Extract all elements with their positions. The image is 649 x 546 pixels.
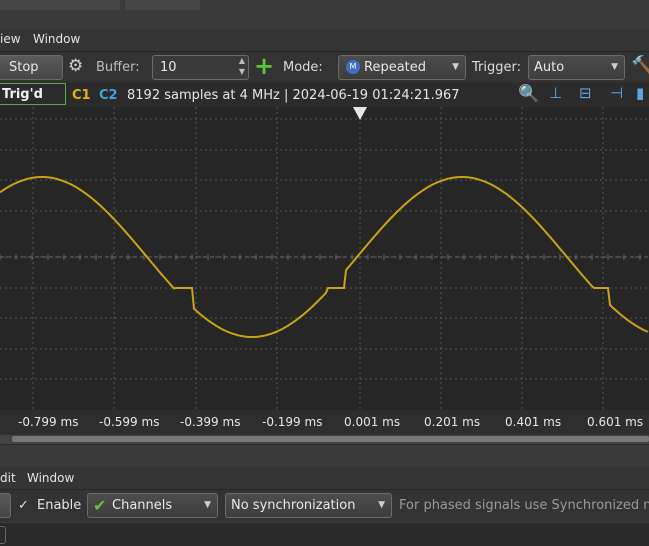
bottom-toolbar: ✓ Enable ✔ Channels ▼ No synchronization…	[0, 490, 649, 522]
dock-splitter[interactable]	[0, 444, 649, 467]
buffer-value: 10	[160, 60, 177, 75]
x-tick-label: 0.401 ms	[505, 415, 562, 429]
x-tick-label: -0.799 ms	[18, 415, 79, 429]
mode-select[interactable]: M Repeated ▼	[338, 55, 466, 80]
buffer-spinbox[interactable]: 10 ▲ ▼	[152, 55, 249, 80]
acquisition-info: 8192 samples at 4 MHz	[127, 88, 280, 103]
chevron-down-icon: ▼	[204, 500, 211, 510]
channels-value: Channels	[112, 498, 173, 513]
x-tick-label: -0.599 ms	[99, 415, 160, 429]
trigger-status: Trig'd	[2, 87, 43, 102]
sync-select[interactable]: No synchronization ▼	[225, 493, 392, 518]
x-tick-label: 0.001 ms	[344, 415, 401, 429]
menu-window[interactable]: Window	[27, 471, 74, 485]
trigger-position-marker[interactable]	[353, 107, 367, 120]
stop-button[interactable]: Stop	[0, 55, 63, 80]
hammer-icon[interactable]: 🔨	[631, 55, 649, 76]
scope-toolbar: Stop ⚙ Buffer: 10 ▲ ▼ + Mode: M Repeated…	[0, 52, 649, 82]
enable-label[interactable]: Enable	[37, 498, 81, 513]
cursor-icon[interactable]: ⊣	[610, 84, 623, 102]
stop-label: Stop	[9, 60, 39, 75]
sync-hint: For phased signals use Synchronized mo	[399, 498, 649, 513]
chevron-down-icon: ▼	[378, 500, 385, 510]
oscilloscope-plot[interactable]	[0, 107, 649, 410]
mode-label: Mode:	[283, 60, 323, 75]
spin-down-icon[interactable]: ▼	[239, 67, 245, 76]
x-tick-label: -0.199 ms	[262, 415, 323, 429]
acquisition-timestamp: | 2024-06-19 01:24:21.967	[284, 88, 460, 103]
status-bar: Trig'd C1 C2 8192 samples at 4 MHz | 202…	[0, 83, 649, 107]
scrollbar-thumb[interactable]	[12, 436, 649, 442]
settings-gear-icon[interactable]: ⚙	[68, 56, 83, 76]
mode-value: Repeated	[364, 60, 427, 75]
plot-scrollbar[interactable]	[0, 435, 649, 444]
spin-up-icon[interactable]: ▲	[239, 56, 245, 65]
menu-view[interactable]: iew	[0, 32, 21, 46]
waveform-canvas[interactable]	[0, 107, 649, 410]
add-plus-icon[interactable]: +	[254, 52, 274, 80]
panel-icon[interactable]: ▮	[636, 84, 644, 102]
x-tick-label: 0.201 ms	[424, 415, 481, 429]
panel-edge	[0, 526, 6, 544]
bottom-panel	[0, 522, 649, 546]
green-check-icon: ✔	[93, 496, 107, 515]
x-tick-label: 0.601 ms	[587, 415, 644, 429]
sync-value: No synchronization	[231, 498, 356, 513]
mode-icon: M	[346, 60, 360, 74]
channel-2-toggle[interactable]: C2	[99, 88, 118, 103]
chevron-down-icon: ▼	[611, 62, 618, 72]
title-strip	[0, 0, 649, 30]
menu-edit[interactable]: dit	[0, 471, 16, 485]
plot-grid	[0, 107, 649, 410]
trigger-label: Trigger:	[472, 60, 521, 75]
trigger-value: Auto	[534, 60, 565, 75]
chevron-down-icon: ▼	[452, 62, 459, 72]
x-tick-label: -0.399 ms	[180, 415, 241, 429]
zoom-icon[interactable]: 🔍	[518, 84, 539, 104]
enable-checkmark-icon[interactable]: ✓	[18, 498, 29, 513]
bottom-menu-bar: dit Window	[0, 467, 649, 490]
trigger-status-badge: Trig'd	[0, 83, 66, 105]
buffer-label: Buffer:	[96, 60, 140, 75]
channels-select[interactable]: ✔ Channels ▼	[87, 493, 218, 518]
channel-1-toggle[interactable]: C1	[72, 88, 91, 103]
menu-bar: iew Window	[0, 29, 649, 52]
fit-horizontal-icon[interactable]: ⊟	[579, 84, 592, 102]
menu-window[interactable]: Window	[33, 32, 80, 46]
align-bottom-icon[interactable]: ⊥	[549, 84, 562, 102]
left-edge-button[interactable]	[0, 493, 11, 518]
trigger-select[interactable]: Auto ▼	[528, 55, 625, 80]
